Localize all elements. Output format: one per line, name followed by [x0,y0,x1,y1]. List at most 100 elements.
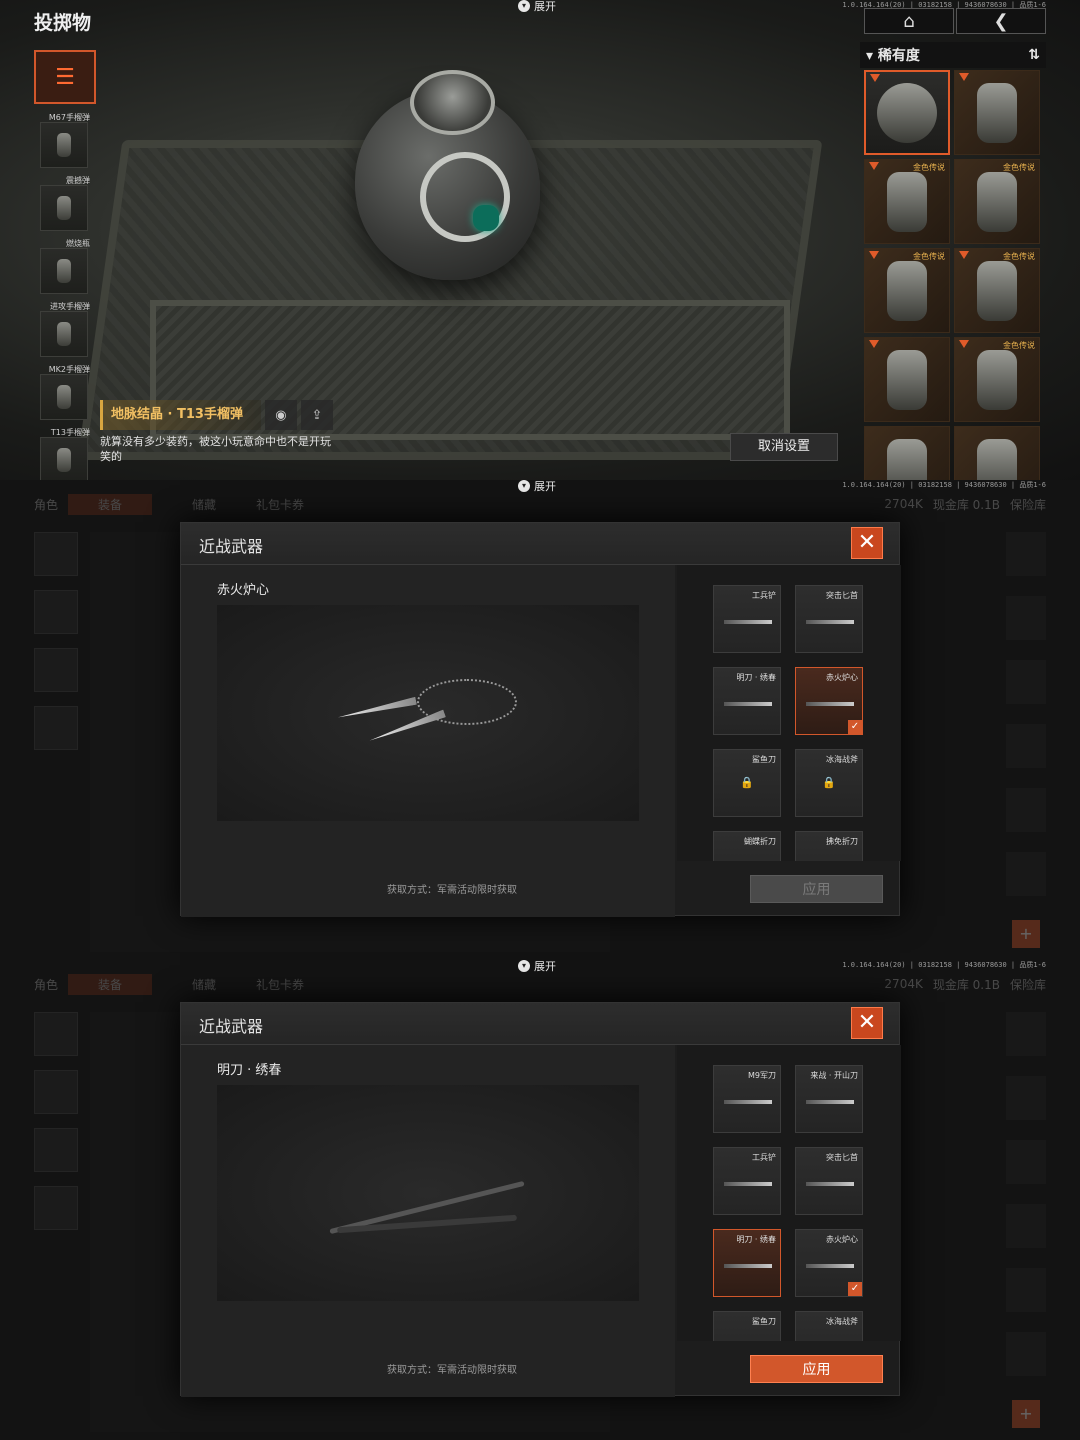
skin-cell[interactable]: 金色传说 [864,248,950,333]
grenade-thumb [40,311,88,357]
close-button[interactable]: ✕ [851,527,883,559]
sidebar-item-stun[interactable]: 震撼弹 [34,175,90,238]
flag-icon [959,340,969,348]
melee-weapon-dialog: 近战武器 ✕ 赤火炉心 获取方式：军需活动限时获取 工兵铲 突击匕首 明刀 · … [180,522,901,917]
skin-cell[interactable] [954,70,1040,155]
weapon-cell[interactable]: 突击匕首 [795,585,863,653]
preview-eye-button[interactable]: ◉ [264,400,297,430]
tab-equipment: 装备 [68,493,153,515]
flag-icon [869,162,879,170]
currency-value: 2704K [884,977,923,991]
cancel-setting-button[interactable]: 取消设置 [730,433,838,461]
skin-cell[interactable]: 金色传说 [954,248,1040,333]
weapon-cell[interactable]: 鲨鱼刀 [713,1311,781,1341]
weapon-cell[interactable]: 拂免折刀 [795,831,863,861]
weapon-cell[interactable]: 鲨鱼刀 🔒 [713,749,781,817]
apply-button[interactable]: 应用 [750,1355,883,1383]
skin-cell[interactable] [864,426,950,480]
grenade-thumb [40,374,88,420]
list-icon: ☰ [55,64,75,90]
sidebar-item-t13[interactable]: T13手榴弹 [34,427,90,480]
home-icon: ⌂ [903,10,915,32]
cash-vault: 现金库 0.1B [932,977,1000,992]
source-text: 获取方式：军需活动限时获取 [387,1365,517,1376]
tab-storage: 储藏 [192,497,217,512]
version-text: 1.0.164.164(20) | 03182158 | 9436078630 … [842,961,1046,969]
safe-vault: 保险库 [1009,497,1046,512]
melee-dialog-panel-1: 角色 装备 储藏 礼包卡券 2704K 现金库 0.1B 保险库 + 1.0.1… [0,480,1080,960]
close-icon: ✕ [857,1010,877,1035]
weapon-list[interactable]: 工兵铲 突击匕首 明刀 · 绣春 赤火炉心 ✓ 鲨鱼刀 🔒 冰海战斧 🔒 蝴蝶折刀 拂… [677,565,901,861]
dialog-title: 近战武器 [199,1017,264,1036]
back-arrow-icon: ❮ [993,10,1009,32]
sort-icon[interactable]: ⇅ [1028,47,1040,63]
weapon-cell-selected[interactable]: 赤火炉心 ✓ [795,667,863,735]
weapon-cell[interactable]: 突击匕首 [795,1147,863,1215]
weapon-cell-label: 冰海战斧 [826,1317,858,1326]
expand-toggle[interactable]: ▾ 展开 [518,960,556,974]
grenade-thumb [40,122,88,168]
grenade-thumb [40,248,88,294]
skin-cell[interactable] [954,426,1040,480]
melee-dialog-panel-2: 角色 装备 储藏 礼包卡券 2704K 现金库 0.1B 保险库 + 1.0.1… [0,960,1080,1440]
tab-character: 角色 [34,977,59,992]
weapon-cell[interactable]: M9军刀 [713,1065,781,1133]
tab-storage: 储藏 [192,977,217,992]
weapon-cell[interactable]: 冰海战斧 🔒 [795,749,863,817]
skin-cell[interactable] [864,70,950,155]
tab-character: 角色 [34,497,59,512]
skin-cell[interactable]: 金色传说 [864,159,950,244]
weapon-cell[interactable]: 工兵铲 [713,1147,781,1215]
weapon-list[interactable]: M9军刀 来战 · 开山刀 工兵铲 突击匕首 明刀 · 绣春 赤火炉心 ✓ 鲨鱼刀… [677,1045,901,1341]
sidebar-item-m67[interactable]: M67手榴弹 [34,112,90,175]
page-title: 投掷物 [34,12,92,34]
checkmark-icon: ✓ [848,720,862,734]
add-icon: + [1012,1400,1040,1428]
apply-button[interactable]: 应用 [750,875,883,903]
weapon-cell[interactable]: 赤火炉心 ✓ [795,1229,863,1297]
legend-tag: 金色传说 [1003,163,1035,172]
weapon-cell[interactable]: 工兵铲 [713,585,781,653]
flag-icon [869,340,879,348]
grenade-thumb [40,437,88,480]
weapon-preview[interactable] [217,1085,639,1301]
legend-tag: 金色传说 [913,252,945,261]
expand-toggle[interactable]: ▾ 展开 [518,480,556,494]
weapon-cell[interactable]: 冰海战斧 [795,1311,863,1341]
sidebar-item-molotov[interactable]: 燃烧瓶 [34,238,90,301]
lock-icon: 🔒 [822,776,836,789]
close-button[interactable]: ✕ [851,1007,883,1039]
flag-icon [959,73,969,81]
weapon-cell-label: 冰海战斧 [826,755,858,764]
weapon-cell-label: 突击匕首 [826,1153,858,1162]
list-view-button[interactable]: ☰ [34,50,96,104]
close-icon: ✕ [857,530,877,555]
skin-name: 地脉结晶 · T13手榴弹 [100,400,261,430]
legend-tag: 金色传说 [1003,252,1035,261]
throwables-panel: 1.0.164.164(20) | 03182158 | 9436078630 … [0,0,1080,480]
expand-label: 展开 [534,480,556,493]
skin-cell[interactable]: 金色传说 [954,159,1040,244]
expand-label: 展开 [534,0,556,13]
weapon-name: 赤火炉心 [217,583,270,598]
rarity-sort-dropdown[interactable]: ▾ 稀有度 ⇅ [860,42,1046,68]
back-button[interactable]: ❮ [956,8,1046,34]
weapon-cell[interactable]: 来战 · 开山刀 [795,1065,863,1133]
safe-vault: 保险库 [1009,977,1046,992]
weapon-cell[interactable]: 明刀 · 绣春 [713,667,781,735]
skin-cell[interactable] [864,337,950,422]
weapon-cell-label: 工兵铲 [752,591,776,600]
lock-icon: 🔒 [740,776,754,789]
sidebar-item-mk2[interactable]: MK2手榴弹 [34,364,90,427]
weapon-cell[interactable]: 蝴蝶折刀 [713,831,781,861]
weapon-cell-label: 赤火炉心 [826,1235,858,1244]
grenade-preview[interactable] [355,70,540,280]
skin-cell[interactable]: 金色传说 [954,337,1040,422]
expand-toggle[interactable]: ▾ 展开 [518,0,556,14]
weapon-cell-selected[interactable]: 明刀 · 绣春 [713,1229,781,1297]
share-button[interactable]: ⇪ [300,400,333,430]
home-button[interactable]: ⌂ [864,8,954,34]
tab-cards: 礼包卡券 [256,497,305,512]
sidebar-item-offensive[interactable]: 进攻手榴弹 [34,301,90,364]
weapon-preview[interactable] [217,605,639,821]
